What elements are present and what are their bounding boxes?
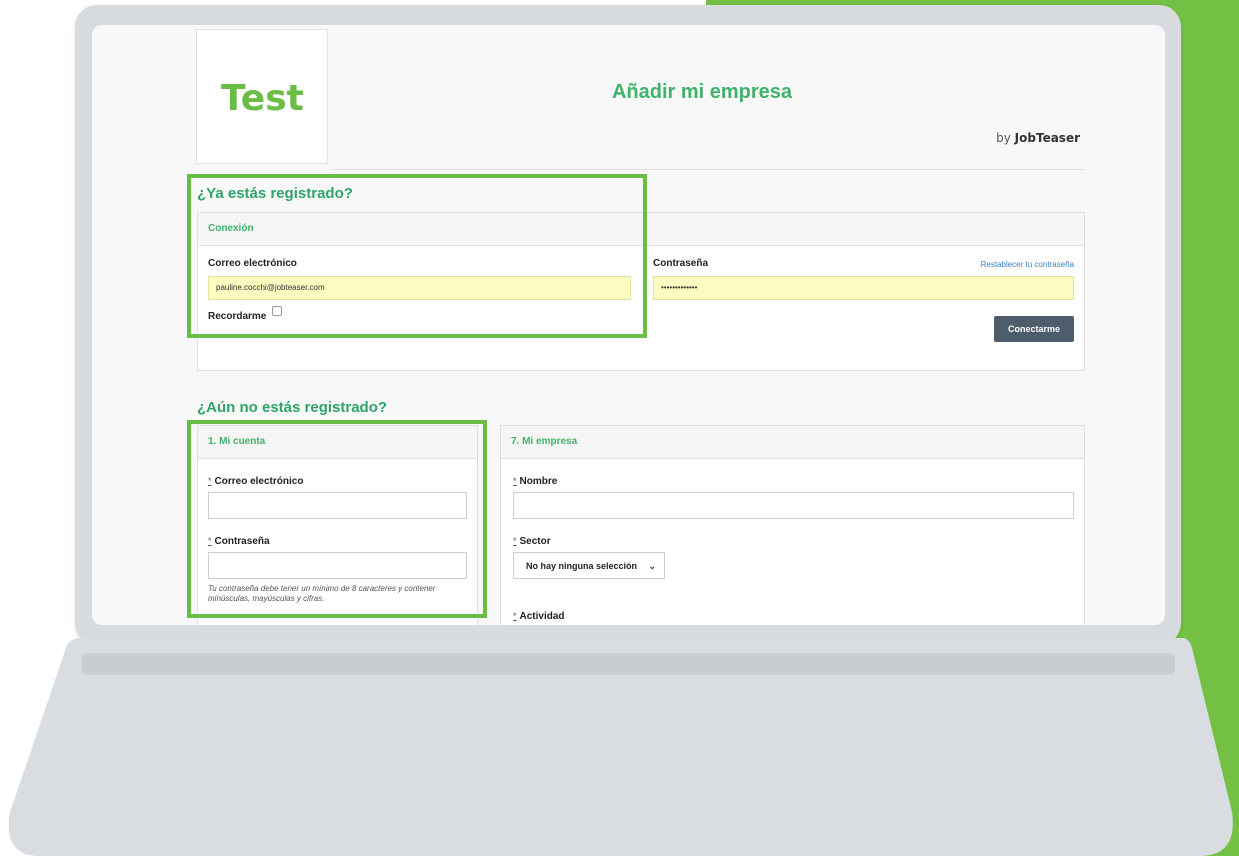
required-mark: * — [513, 476, 517, 486]
company-logo: Test — [196, 29, 328, 164]
login-password-label: Contraseña — [653, 258, 709, 269]
company-name-input[interactable] — [513, 492, 1074, 519]
company-name-label-text: Nombre — [519, 476, 558, 487]
connect-button[interactable]: Conectarme — [994, 316, 1074, 342]
sector-label-text: Sector — [519, 536, 551, 547]
chevron-down-icon: ⌄ — [648, 561, 656, 571]
page-title: Añadir mi empresa — [611, 81, 793, 103]
required-mark: * — [513, 536, 517, 546]
sector-label: * Sector — [513, 536, 551, 547]
laptop-screen: Test Añadir mi empresa by JobTeaser ¿Ya … — [92, 25, 1165, 625]
activity-label: * Actividad — [513, 611, 565, 622]
company-panel-header: 7. Mi empresa — [501, 426, 1084, 459]
company-panel: 7. Mi empresa * Nombre * Sector No hay nin… — [500, 425, 1085, 625]
sector-selected-value: No hay ninguna selección — [526, 561, 638, 571]
by-jobteaser: by JobTeaser — [972, 131, 1080, 145]
sector-select[interactable]: No hay ninguna selección ⌄ — [513, 552, 665, 579]
by-prefix: by — [996, 131, 1011, 145]
required-mark: * — [513, 611, 517, 621]
company-name-label: * Nombre — [513, 476, 557, 487]
account-highlight-frame — [187, 420, 487, 618]
logo-text: Test — [221, 78, 304, 119]
by-brand: JobTeaser — [1014, 131, 1080, 145]
activity-label-text: Actividad — [519, 611, 565, 622]
register-section-title: ¿Aún no estás registrado? — [197, 399, 388, 416]
reset-password-link[interactable]: Restablecer tu contraseña — [981, 260, 1074, 269]
login-highlight-frame — [187, 174, 647, 338]
login-password-input[interactable]: ••••••••••••• — [653, 276, 1074, 300]
header-divider — [332, 169, 1085, 170]
